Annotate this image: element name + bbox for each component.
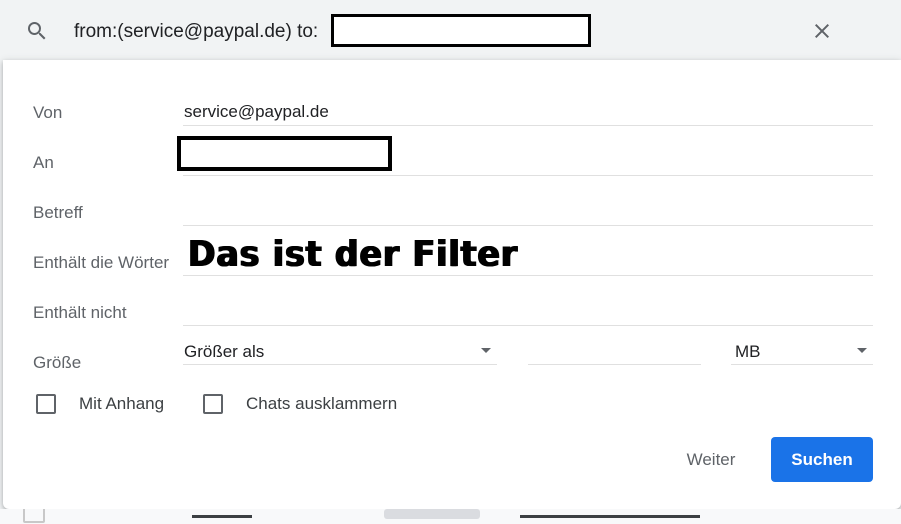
size-value-input[interactable]: [528, 338, 701, 365]
filter-annotation: Das ist der Filter: [188, 234, 519, 275]
from-row: Von service@paypal.de: [3, 70, 901, 126]
size-unit-value: MB: [735, 342, 761, 361]
label-badge: [384, 509, 480, 519]
close-icon[interactable]: [810, 19, 834, 43]
redaction-box: [331, 14, 591, 47]
checkbox-icon[interactable]: [36, 394, 56, 414]
size-unit-select[interactable]: MB: [731, 338, 873, 365]
subject-row: Betreff: [3, 170, 901, 226]
exclude-chats-checkbox[interactable]: Chats ausklammern: [203, 393, 397, 415]
doesnt-have-row: Enthält nicht: [3, 270, 901, 326]
from-value[interactable]: service@paypal.de: [184, 102, 329, 122]
sender-text: [192, 509, 252, 518]
has-words-row: Enthält die Wörter Das ist der Filter: [3, 220, 901, 276]
size-label: Größe: [33, 353, 82, 372]
dropdown-arrow-icon: [857, 348, 867, 353]
size-operator-value: Größer als: [184, 342, 265, 361]
checkbox-icon[interactable]: [23, 509, 45, 523]
has-attachment-label[interactable]: Mit Anhang: [79, 394, 164, 414]
advanced-search-dialog: Von service@paypal.de An Betreff Enthält…: [3, 60, 901, 509]
checkbox-icon[interactable]: [203, 394, 223, 414]
exclude-chats-label[interactable]: Chats ausklammern: [246, 394, 397, 414]
search-query[interactable]: from:(service@paypal.de) to:: [74, 20, 318, 44]
to-row: An: [3, 120, 901, 176]
create-filter-button[interactable]: Weiter: [667, 438, 755, 482]
dropdown-arrow-icon: [481, 348, 491, 353]
redaction-box: [177, 136, 392, 171]
has-attachment-checkbox[interactable]: Mit Anhang: [36, 393, 164, 415]
search-bar[interactable]: from:(service@paypal.de) to:: [0, 0, 901, 60]
search-button[interactable]: Suchen: [771, 437, 873, 482]
size-operator-select[interactable]: Größer als: [183, 338, 497, 365]
email-list-row[interactable]: [0, 509, 901, 524]
subject-text: [520, 509, 700, 518]
search-icon[interactable]: [25, 19, 49, 43]
